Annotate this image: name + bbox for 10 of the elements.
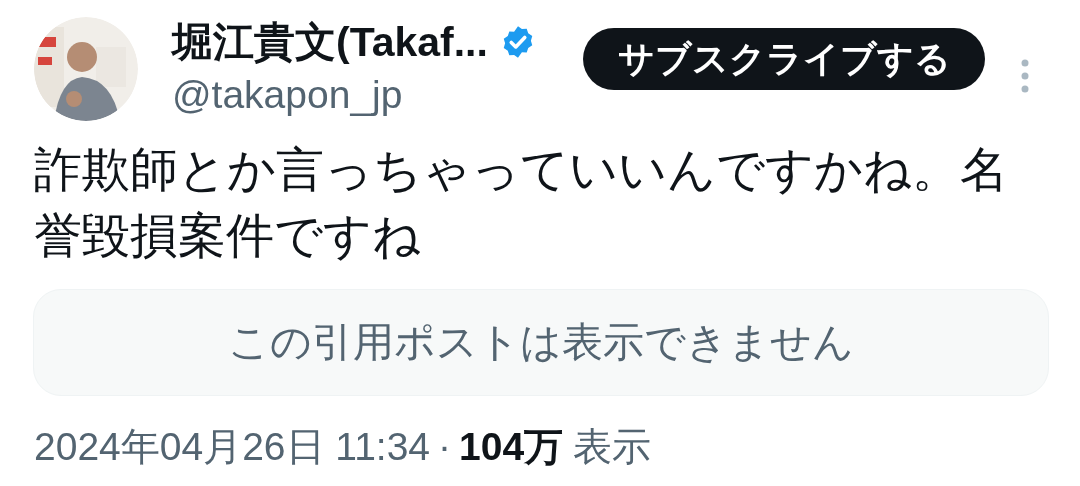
author-handle[interactable]: @takapon_jp	[172, 71, 552, 120]
more-options-icon[interactable]	[1021, 59, 1029, 93]
author-name[interactable]: 堀江貴文(Takaf...	[172, 21, 488, 63]
quote-unavailable-message: この引用ポストは表示できません	[228, 317, 854, 367]
views-label: 表示	[573, 424, 652, 470]
views-count: 104万	[459, 424, 564, 470]
post-text: 詐欺師とか言っちゃっていいんですかね。名誉毀損案件ですね	[34, 142, 1009, 264]
subscribe-button[interactable]: サブスクライブする	[583, 28, 985, 90]
timestamp[interactable]: 2024年04月26日 11:34	[34, 418, 431, 477]
separator: ·	[438, 424, 452, 470]
